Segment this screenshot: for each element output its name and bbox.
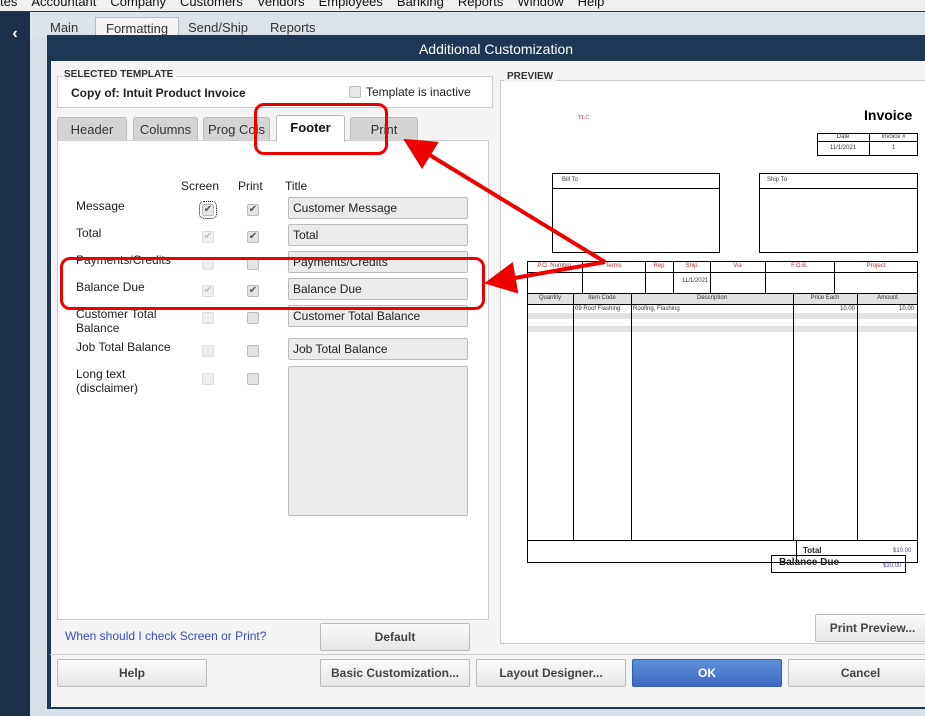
annotation-arrows	[403, 138, 607, 294]
arrow-to-balance-due	[484, 260, 606, 294]
arrow-to-footer-tab	[403, 138, 607, 264]
tab-footer[interactable]: Footer	[276, 115, 345, 142]
